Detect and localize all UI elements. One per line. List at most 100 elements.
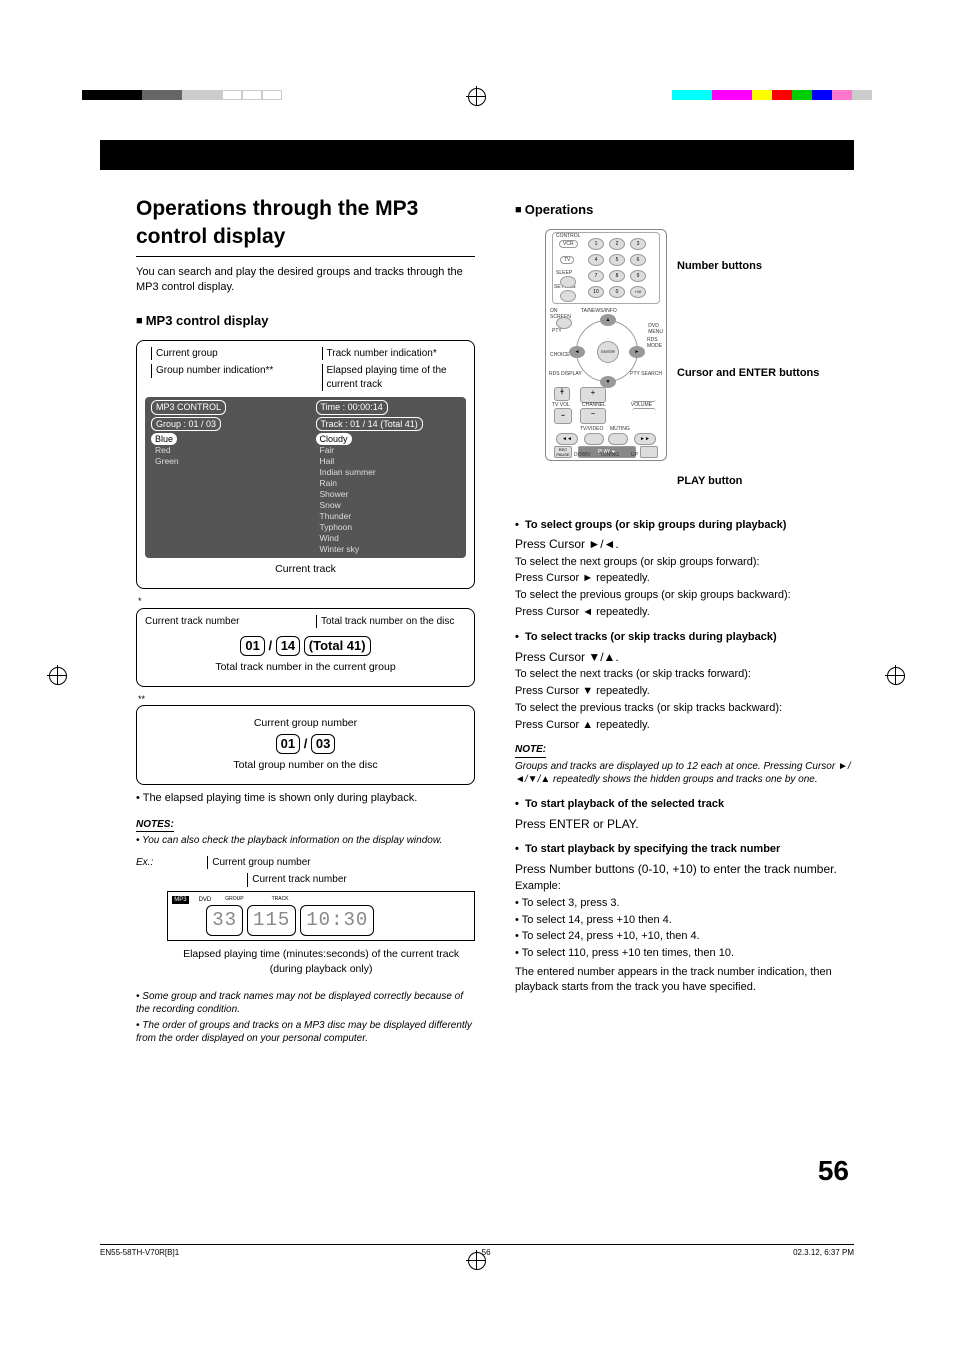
footer-left: EN55-58TH-V70R[B]1: [100, 1248, 179, 1257]
section-mp3-display: MP3 control display: [136, 312, 475, 330]
track-item: Rain: [320, 478, 337, 488]
value-track-c: (Total 41): [304, 636, 371, 656]
group-item: Red: [155, 445, 171, 455]
lcd-time-value: 10:30: [300, 905, 374, 937]
track-item: Shower: [320, 489, 349, 499]
screen-time-line: Time : 00:00:14: [321, 402, 383, 412]
sec2-l1: To select the next tracks (or skip track…: [515, 667, 854, 682]
lcd-group-label: GROUP: [225, 896, 243, 904]
track-fraction-diagram: Current track number Total track number …: [136, 608, 475, 687]
track-item: Typhoon: [320, 522, 353, 532]
sec2-l4: Press Cursor ▲ repeatedly.: [515, 718, 854, 733]
lcd-group-value: 33: [206, 905, 243, 937]
sec3-title: To start playback of the selected track: [515, 797, 854, 812]
note-2: • Some group and track names may not be …: [136, 990, 475, 1017]
label-current-track-number: Current track number: [145, 616, 239, 627]
track-item: Snow: [320, 500, 341, 510]
remote-diagram: CONTROL VCR TV SLEEP SETTING 1 2 3 4 5 6…: [545, 229, 667, 461]
cursor-ring-icon: ▲ ▼ ◄ ► ENTER: [576, 320, 638, 382]
selected-group: Blue: [151, 433, 177, 445]
sec4-e4: • To select 110, press +10 ten times, th…: [515, 946, 854, 961]
group-item: Green: [155, 456, 179, 466]
sec1-l4: Press Cursor ◄ repeatedly.: [515, 605, 854, 620]
right-column: Operations CONTROL VCR TV SLEEP SETTING …: [515, 195, 854, 1048]
sec4-tail: The entered number appears in the track …: [515, 965, 854, 995]
group-fraction-diagram: Current group number 01 / 03 Total group…: [136, 705, 475, 785]
selected-track: Cloudy: [316, 433, 352, 445]
label-cursor-enter-buttons: Cursor and ENTER buttons: [677, 366, 854, 381]
section-operations: Operations: [515, 201, 854, 219]
value-group-a: 01: [276, 734, 300, 754]
footer: EN55-58TH-V70R[B]1 56 02.3.12, 6:37 PM: [100, 1244, 854, 1257]
sec4-example-label: Example:: [515, 879, 854, 894]
elapsed-note: • The elapsed playing time is shown only…: [136, 791, 475, 806]
intro-text: You can search and play the desired grou…: [136, 265, 475, 295]
lcd-track-label: TRACK: [272, 896, 289, 904]
mp3-control-screen: MP3 CONTROL Group : 01 / 03 Blue Red Gre…: [145, 397, 466, 558]
track-item: Indian summer: [320, 467, 376, 477]
sec2-l3: To select the previous tracks (or skip t…: [515, 701, 854, 716]
asterisk-double: **: [138, 693, 475, 705]
sec4-e2: • To select 14, press +10 then 4.: [515, 913, 854, 928]
note-1: • You can also check the playback inform…: [136, 834, 475, 848]
label-current-track: Current track: [145, 562, 466, 576]
notes-header: NOTES:: [136, 818, 174, 833]
sec1-l3: To select the previous groups (or skip g…: [515, 588, 854, 603]
mp3-display-diagram: Current group Group number indication** …: [136, 340, 475, 590]
sec4-cmd: Press Number buttons (0-10, +10) to ente…: [515, 861, 854, 877]
screen-group-line: Group : 01 / 03: [156, 419, 216, 429]
lcd-mp3: MP3: [172, 896, 188, 904]
track-item: Winter sky: [320, 544, 360, 554]
label-total-group-number-disc: Total group number on the disc: [145, 758, 466, 772]
sec3-cmd: Press ENTER or PLAY.: [515, 816, 854, 832]
value-track-a: 01: [240, 636, 264, 656]
label-current-group-number: Current group number: [145, 716, 466, 730]
track-item: Wind: [320, 533, 339, 543]
note-3: • The order of groups and tracks on a MP…: [136, 1019, 475, 1046]
registration-mark-icon: [887, 667, 905, 685]
label-number-buttons: Number buttons: [677, 259, 854, 274]
header-bar: [100, 140, 854, 170]
label-current-group: Current group: [151, 347, 296, 361]
label-track-number-indication: Track number indication*: [322, 347, 467, 361]
track-item: Hail: [320, 456, 335, 466]
sec1-l2: Press Cursor ► repeatedly.: [515, 571, 854, 586]
sec1-cmd: Press Cursor ►/◄.: [515, 536, 854, 552]
note-groups-tracks: Groups and tracks are displayed up to 12…: [515, 760, 854, 787]
lcd-track-value: 115: [247, 905, 296, 937]
track-item: Fair: [320, 445, 335, 455]
label-ex-current-track: Current track number: [247, 873, 475, 887]
label-total-track-number-disc: Total track number on the disc: [316, 615, 466, 629]
track-item: Thunder: [320, 511, 352, 521]
value-track-b: 14: [276, 636, 300, 656]
sec1-title: To select groups (or skip groups during …: [515, 518, 854, 533]
page-number: 56: [818, 1155, 849, 1187]
screen-track-line: Track : 01 / 14 (Total 41): [321, 419, 418, 429]
sec4-title: To start playback by specifying the trac…: [515, 842, 854, 857]
screen-title: MP3 CONTROL: [156, 402, 221, 412]
label-play-button: PLAY button: [677, 474, 854, 489]
sec1-l1: To select the next groups (or skip group…: [515, 555, 854, 570]
value-group-b: 03: [311, 734, 335, 754]
lcd-display: MP3 DVD GROUP TRACK 33 115 10:30: [167, 891, 475, 942]
label-total-track-in-group: Total track number in the current group: [145, 660, 466, 674]
sec2-title: To select tracks (or skip tracks during …: [515, 630, 854, 645]
registration-mark-icon: [468, 88, 486, 106]
note-header-single: NOTE:: [515, 743, 546, 758]
example-label: Ex.:: [136, 856, 153, 870]
label-group-number-indication: Group number indication**: [151, 364, 296, 378]
left-column: Operations through the MP3 control displ…: [136, 195, 475, 1048]
lcd-caption: Elapsed playing time (minutes:seconds) o…: [167, 947, 475, 975]
page-title: Operations through the MP3 control displ…: [136, 195, 475, 257]
sec2-l2: Press Cursor ▼ repeatedly.: [515, 684, 854, 699]
footer-right: 02.3.12, 6:37 PM: [793, 1248, 854, 1257]
lcd-dvd: DVD: [199, 896, 212, 904]
sec2-cmd: Press Cursor ▼/▲.: [515, 649, 854, 665]
footer-mid: 56: [482, 1248, 491, 1257]
registration-mark-icon: [49, 667, 67, 685]
asterisk-single: *: [138, 595, 475, 607]
sec4-e1: • To select 3, press 3.: [515, 896, 854, 911]
label-ex-current-group: Current group number: [207, 856, 475, 870]
label-elapsed-playing-time: Elapsed playing time of the current trac…: [322, 364, 467, 391]
sec4-e3: • To select 24, press +10, +10, then 4.: [515, 929, 854, 944]
